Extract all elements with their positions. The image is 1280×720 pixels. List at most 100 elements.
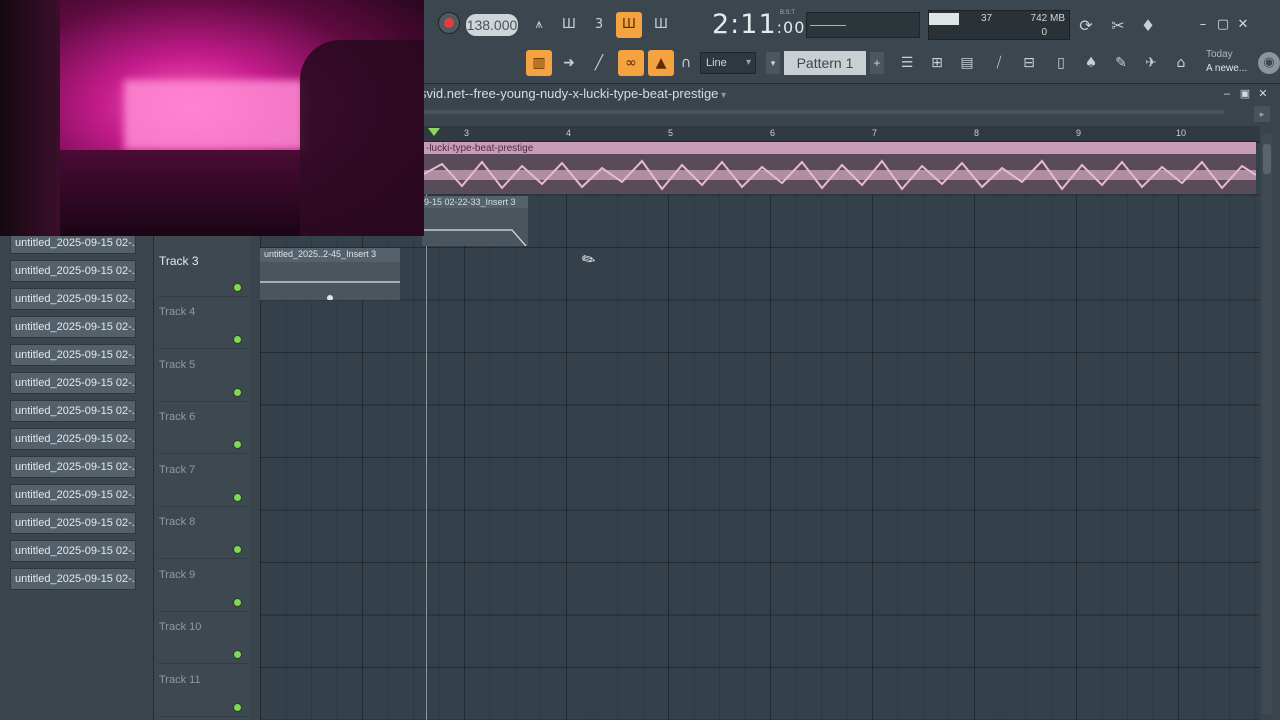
automation-clip-label: 9-15 02-22-33_Insert 3 <box>424 197 516 207</box>
loop-record-icon[interactable]: Ш <box>648 12 674 38</box>
horizontal-scrollbar[interactable] <box>424 110 1224 114</box>
countdown-icon[interactable]: 3 <box>586 12 612 38</box>
browser-item[interactable]: untitled_2025-09-15 02-... <box>10 568 136 590</box>
paint-icon[interactable]: ╱ <box>586 50 612 76</box>
browser-item[interactable]: untitled_2025-09-15 02-... <box>10 428 136 450</box>
tempo-display[interactable]: 138.000 <box>466 14 518 36</box>
snap-select[interactable]: Line <box>700 52 756 74</box>
track-mute-led[interactable] <box>233 598 242 607</box>
browser-item[interactable]: untitled_2025-09-15 02-... <box>10 316 136 338</box>
browser-item[interactable]: untitled_2025-09-15 02-... <box>10 540 136 562</box>
globe-icon[interactable]: ◉ <box>1258 52 1280 74</box>
track-name: Track 10 <box>159 621 202 633</box>
arrow-icon[interactable]: ➜ <box>556 50 582 76</box>
wand-icon[interactable]: ✎ <box>1108 50 1134 76</box>
browser-item[interactable]: untitled_2025-09-15 02-... <box>10 456 136 478</box>
file-icon[interactable]: ▯ <box>1048 50 1074 76</box>
track-name: Track 11 <box>159 674 201 686</box>
fl-studio-window: 138.000 ⩚ Ш 3 Ш Ш 2:11:00 B:S:T 37 742 M… <box>0 0 1280 720</box>
minimize-icon[interactable]: – <box>1194 16 1212 34</box>
stamp-icon[interactable]: ▲ <box>648 50 674 76</box>
browser-icon[interactable]: ⊟ <box>1016 50 1042 76</box>
track-header[interactable]: Track 5 <box>158 351 248 402</box>
scroll-right-button[interactable]: ▸ <box>1254 106 1270 122</box>
track-mute-led[interactable] <box>233 388 242 397</box>
ruler-tick: 4 <box>566 128 572 138</box>
automation-curve <box>422 229 527 246</box>
time-main: 2:11 <box>712 9 777 40</box>
voices-value: 0 <box>1041 27 1047 38</box>
browser-item[interactable]: untitled_2025-09-15 02-... <box>10 400 136 422</box>
cut-tool-icon[interactable]: ✂ <box>1106 14 1130 38</box>
browser-item[interactable]: untitled_2025-09-15 02-... <box>10 260 136 282</box>
playlist-minimize-icon[interactable]: – <box>1220 87 1234 101</box>
cart-icon[interactable]: ⌂ <box>1168 50 1194 76</box>
wait-input-icon[interactable]: Ш <box>556 12 582 38</box>
step-edit-icon[interactable]: Ш <box>616 12 642 38</box>
add-pattern-button[interactable]: + <box>870 52 884 74</box>
track-header[interactable]: Track 10 <box>158 613 248 664</box>
browser-item[interactable]: untitled_2025-09-15 02-... <box>10 372 136 394</box>
piano-roll-icon[interactable]: ▥ <box>526 50 552 76</box>
maximize-icon[interactable]: ▢ <box>1214 16 1232 34</box>
webcam-overlay <box>0 0 424 236</box>
audio-clip-label: -lucki-type-beat-prestige <box>426 143 534 154</box>
tools-row: ▥ ➜ ╱ ∞ ▲ ∩ Line ▾ Pattern 1 + ☰ ⊞ ▤ ⧸ ⊟… <box>420 46 1280 80</box>
ruler-tick: 9 <box>1076 128 1082 138</box>
browser-item[interactable]: untitled_2025-09-15 02-... <box>10 512 136 534</box>
playlist-title[interactable]: svid.net--free-young-nudy-x-lucki-type-b… <box>420 86 726 101</box>
track-mute-led[interactable] <box>233 493 242 502</box>
track-name: Track 7 <box>159 464 196 476</box>
news-panel[interactable]: Today A newe... <box>1206 48 1256 76</box>
browser-item[interactable]: untitled_2025-09-15 02-... <box>10 288 136 310</box>
time-unit-label: B:S:T <box>780 10 796 16</box>
undo-history-icon[interactable]: ⟳ <box>1074 14 1098 38</box>
time-sub: :00 <box>776 18 806 37</box>
track-name: Track 6 <box>159 411 196 423</box>
track-mute-led[interactable] <box>233 283 242 292</box>
microphone-icon[interactable]: ♦ <box>1136 14 1160 38</box>
track-header[interactable]: Track 3 <box>158 246 248 297</box>
hand-icon[interactable]: ✈ <box>1138 50 1164 76</box>
track-header[interactable]: Track 6 <box>158 403 248 454</box>
track-name: Track 9 <box>159 569 196 581</box>
sliders-icon[interactable]: ⧸ <box>986 50 1012 76</box>
playlist-close-icon[interactable]: ✕ <box>1256 87 1270 101</box>
plugin-icon[interactable]: ♠ <box>1078 50 1104 76</box>
track-mute-led[interactable] <box>233 440 242 449</box>
track-header[interactable]: Track 7 <box>158 456 248 507</box>
track-mute-led[interactable] <box>233 650 242 659</box>
channel-rack-icon[interactable]: ⊞ <box>924 50 950 76</box>
cpu-memory-panel: 37 742 MB 0 <box>928 10 1070 40</box>
playlist-restore-icon[interactable]: ▣ <box>1238 87 1252 101</box>
track-header[interactable]: Track 9 <box>158 561 248 612</box>
webcam-shadow-bottom <box>60 150 300 236</box>
news-text: A newe... <box>1206 63 1248 74</box>
magnet-icon[interactable]: ∩ <box>678 50 694 76</box>
track-header[interactable]: Track 4 <box>158 298 248 349</box>
ruler-tick: 3 <box>464 128 470 138</box>
track-header[interactable]: Track 8 <box>158 508 248 559</box>
webcam-light-area <box>124 80 304 150</box>
close-icon[interactable]: ✕ <box>1234 16 1252 34</box>
track-header[interactable]: Track 11 <box>158 666 248 717</box>
track-mute-led[interactable] <box>233 703 242 712</box>
track-name: Track 5 <box>159 359 196 371</box>
record-button[interactable] <box>438 12 460 34</box>
track-name: Track 3 <box>159 254 199 268</box>
pattern-selector[interactable]: Pattern 1 <box>784 51 866 75</box>
browser-item[interactable]: untitled_2025-09-15 02-... <box>10 484 136 506</box>
playlist-icon[interactable]: ☰ <box>894 50 920 76</box>
automation-curve <box>260 281 400 300</box>
pattern-prev-button[interactable]: ▾ <box>766 52 780 74</box>
metronome-icon[interactable]: ⩚ <box>526 12 552 38</box>
track-mute-led[interactable] <box>233 335 242 344</box>
ruler-tick: 8 <box>974 128 980 138</box>
link-icon[interactable]: ∞ <box>618 50 644 76</box>
vertical-scrollbar[interactable] <box>1262 134 1272 714</box>
browser-item[interactable]: untitled_2025-09-15 02-... <box>10 344 136 366</box>
track-mute-led[interactable] <box>233 545 242 554</box>
cpu-bar <box>929 13 959 25</box>
mixer-icon[interactable]: ▤ <box>954 50 980 76</box>
playhead-marker[interactable] <box>428 128 440 136</box>
